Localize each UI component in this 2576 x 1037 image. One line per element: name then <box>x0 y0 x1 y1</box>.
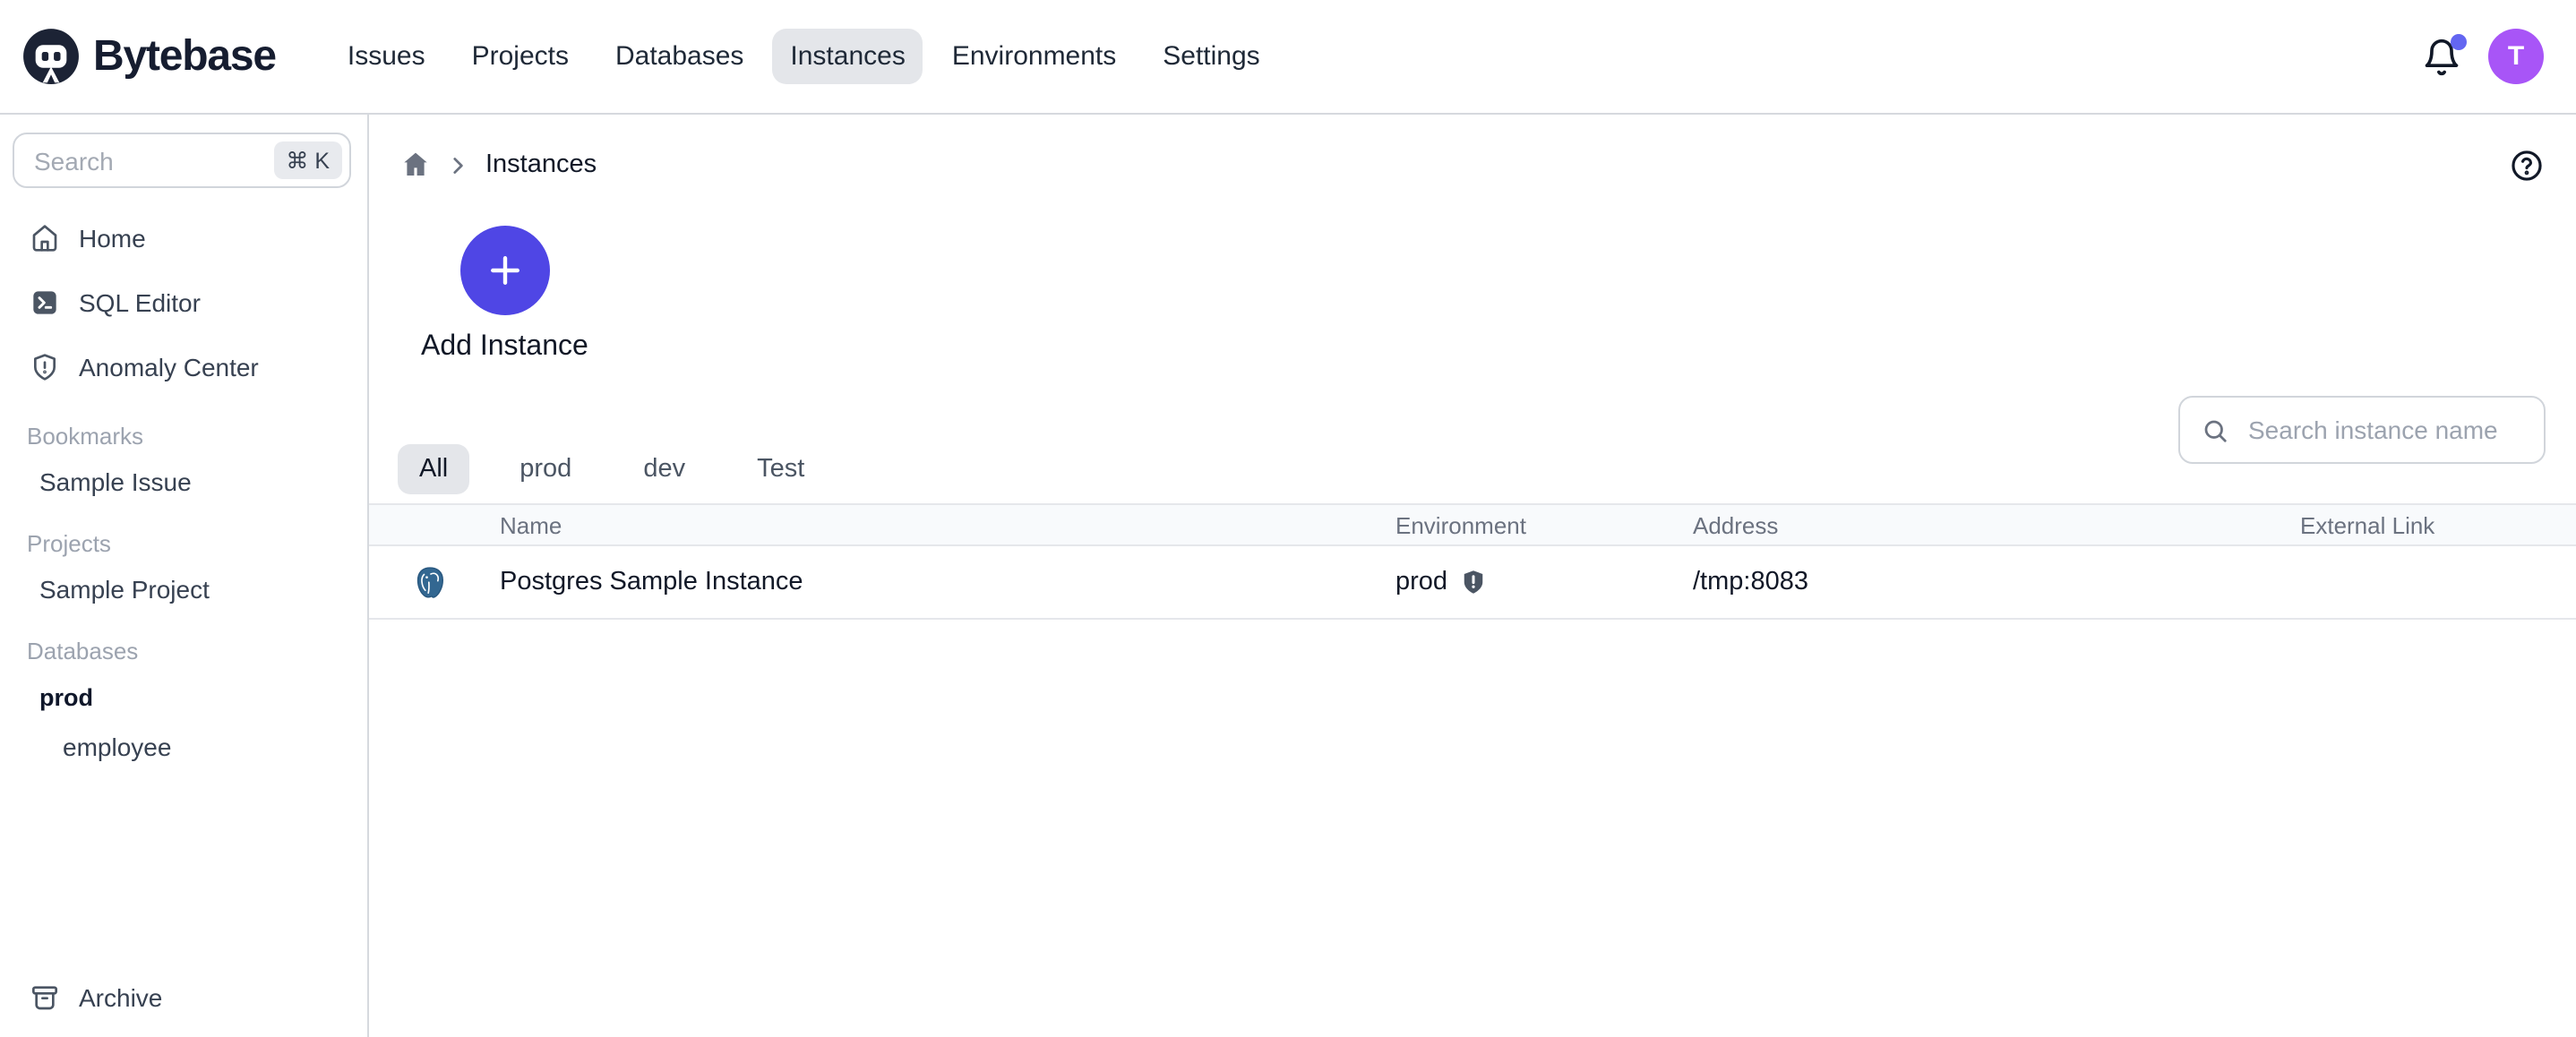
sidebar-item-label: Archive <box>79 983 162 1012</box>
section-title-databases: Databases <box>0 614 367 672</box>
nav-databases[interactable]: Databases <box>597 29 761 84</box>
protected-shield-icon <box>1460 568 1487 596</box>
column-header-external-link: External Link <box>2300 511 2576 538</box>
sidebar-item-sample-issue[interactable]: Sample Issue <box>0 457 367 507</box>
notifications-button[interactable] <box>2422 37 2461 76</box>
instances-table: Name Environment Address External Link P… <box>369 503 2576 620</box>
section-title-bookmarks: Bookmarks <box>0 399 367 457</box>
sidebar: ⌘ K Home SQL Editor <box>0 115 369 1037</box>
add-instance-circle[interactable] <box>459 226 549 315</box>
table-row[interactable]: Postgres Sample Instance prod /tmp:8083 <box>369 546 2576 620</box>
tab-all[interactable]: All <box>398 444 469 494</box>
cell-address: /tmp:8083 <box>1693 568 2300 596</box>
home-icon <box>30 224 59 253</box>
brand-name: Bytebase <box>93 31 276 81</box>
sidebar-item-label: Anomaly Center <box>79 353 259 381</box>
nav-issues[interactable]: Issues <box>330 29 443 84</box>
sidebar-footer: Archive <box>0 965 367 1030</box>
instance-search-input[interactable] <box>2245 414 2522 446</box>
sidebar-item-employee[interactable]: employee <box>0 722 367 772</box>
instances-toolbar: All prod dev Test <box>369 396 2576 496</box>
column-header-environment: Environment <box>1395 511 1693 538</box>
archive-icon <box>30 983 59 1012</box>
sidebar-item-anomaly-center[interactable]: Anomaly Center <box>0 335 367 399</box>
terminal-icon <box>30 288 59 317</box>
column-header-address: Address <box>1693 511 2300 538</box>
sidebar-item-sql-editor[interactable]: SQL Editor <box>0 270 367 335</box>
sidebar-search[interactable]: ⌘ K <box>13 133 351 188</box>
environment-filter-tabs: All prod dev Test <box>398 444 826 494</box>
unread-notification-dot <box>2451 33 2467 49</box>
bytebase-logo-icon <box>21 27 81 86</box>
nav-settings[interactable]: Settings <box>1145 29 1277 84</box>
section-title-projects: Projects <box>0 507 367 564</box>
sidebar-item-sample-project[interactable]: Sample Project <box>0 564 367 614</box>
sidebar-search-input[interactable] <box>30 144 273 176</box>
plus-icon <box>485 251 524 290</box>
add-instance-label: Add Instance <box>421 331 588 364</box>
nav-environments[interactable]: Environments <box>934 29 1134 84</box>
brand-logo[interactable]: Bytebase <box>21 27 276 86</box>
table-header: Name Environment Address External Link <box>369 503 2576 546</box>
column-header-name: Name <box>500 511 1395 538</box>
nav-instances[interactable]: Instances <box>772 29 923 84</box>
help-button[interactable] <box>2510 148 2544 182</box>
instance-search[interactable] <box>2178 396 2546 464</box>
search-shortcut-badge: ⌘ K <box>273 141 342 179</box>
tab-test[interactable]: Test <box>735 444 826 494</box>
app-window: Bytebase Issues Projects Databases Insta… <box>0 0 2576 1037</box>
breadcrumb-home-icon[interactable] <box>401 150 430 179</box>
sidebar-item-archive[interactable]: Archive <box>0 965 367 1030</box>
breadcrumb-current: Instances <box>485 150 597 179</box>
sidebar-item-home[interactable]: Home <box>0 206 367 270</box>
chevron-right-icon <box>446 153 469 176</box>
breadcrumb: Instances <box>369 115 2576 215</box>
user-avatar[interactable]: T <box>2488 29 2544 84</box>
top-navbar: Bytebase Issues Projects Databases Insta… <box>0 0 2576 115</box>
add-instance-button[interactable]: Add Instance <box>421 226 588 364</box>
shield-alert-icon <box>30 353 59 381</box>
main-content: Instances Add Instance <box>369 115 2576 1037</box>
sidebar-item-label: SQL Editor <box>79 288 201 317</box>
main-nav: Issues Projects Databases Instances Envi… <box>330 29 1278 84</box>
nav-projects[interactable]: Projects <box>454 29 587 84</box>
cell-environment: prod <box>1395 568 1693 596</box>
navbar-right: T <box>2422 29 2544 84</box>
tab-dev[interactable]: dev <box>622 444 707 494</box>
cell-instance-name: Postgres Sample Instance <box>500 568 1395 596</box>
search-icon <box>2202 416 2228 443</box>
sidebar-item-label: Home <box>79 224 146 253</box>
environment-name: prod <box>1395 568 1447 596</box>
sidebar-item-prod[interactable]: prod <box>0 672 367 722</box>
postgresql-icon <box>369 563 500 601</box>
tab-prod[interactable]: prod <box>498 444 593 494</box>
